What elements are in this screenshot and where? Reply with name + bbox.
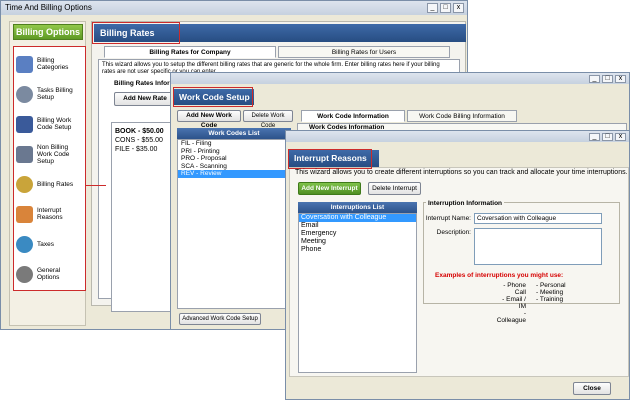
sidebar-item-billing-categories[interactable]: Billing Categories [16, 51, 84, 77]
sidebar-item-label: Interrupt Reasons [37, 207, 63, 221]
tab-work-code-information[interactable]: Work Code Information [301, 110, 405, 122]
sidebar-item-non-billing-work-code-setup[interactable]: Non Billing Work Code Setup [16, 141, 84, 167]
interruptions-list-header: Interruptions List [298, 202, 417, 213]
sidebar-item-tasks-billing-setup[interactable]: Tasks Billing Setup [16, 81, 84, 107]
highlight-box [92, 22, 180, 44]
window-controls: _ □ x [589, 75, 626, 83]
maximize-button[interactable]: □ [602, 75, 613, 83]
examples-title: Examples of interruptions you might use: [435, 272, 564, 279]
example-item: - Training [536, 296, 564, 303]
sidebar-item-label: Taxes [37, 240, 54, 248]
interruption-info-label: Interruption Information [426, 200, 505, 207]
example-item: - Phone Call [503, 282, 526, 296]
person-icon [16, 115, 33, 133]
billing-rates-group-label: Billing Rates Infor [114, 80, 170, 87]
close-button[interactable]: x [615, 133, 626, 141]
list-item[interactable]: SCA - Scanning [178, 163, 290, 171]
minimize-button[interactable]: _ [589, 75, 600, 83]
add-new-interrupt-button[interactable]: Add New Interrupt [298, 182, 361, 195]
delete-interrupt-button[interactable]: Delete Interrupt [368, 182, 421, 195]
list-item[interactable]: Email [299, 222, 416, 230]
tab-billing-rates-company[interactable]: Billing Rates for Company [104, 46, 276, 58]
billing-options-list: Billing Categories Tasks Billing Setup B… [13, 46, 86, 291]
interrupt-reasons-window: _ □ x Interrupt Reasons This wizard allo… [285, 130, 630, 400]
list-item[interactable]: Phone [299, 246, 416, 254]
billing-options-header: Billing Options [13, 24, 83, 40]
list-item[interactable]: Meeting [299, 238, 416, 246]
description-label: Description: [436, 229, 471, 236]
list-item[interactable]: FIL - Filing [178, 140, 290, 148]
gear-icon [16, 265, 33, 283]
delete-work-code-button[interactable]: Delete Work Code [243, 110, 293, 129]
list-item[interactable]: Emergency [299, 230, 416, 238]
minimize-button[interactable]: _ [589, 133, 600, 141]
interruptions-list: Coversation with Colleague Email Emergen… [298, 213, 417, 373]
example-item: - Colleague [496, 310, 526, 324]
sidebar-item-label: Billing Work Code Setup [37, 117, 72, 131]
sidebar-item-taxes[interactable]: Taxes [16, 231, 84, 257]
sidebar-item-label: Non Billing Work Code Setup [37, 143, 70, 165]
sidebar-item-billing-rates[interactable]: Billing Rates [16, 171, 84, 197]
interrupt-name-input[interactable]: Coversation with Colleague [474, 213, 602, 224]
list-item[interactable]: CONS - $55.00 [115, 136, 167, 145]
highlight-box [288, 149, 372, 169]
tab-work-code-billing-information[interactable]: Work Code Billing Information [407, 110, 517, 122]
book-icon [16, 55, 33, 73]
maximize-button[interactable]: □ [602, 133, 613, 141]
close-button[interactable]: x [453, 3, 464, 13]
window-titlebar [286, 131, 629, 142]
window-titlebar [171, 73, 629, 84]
billing-options-panel: Billing Options Billing Categories Tasks… [9, 21, 86, 326]
sidebar-item-label: Billing Rates [37, 180, 74, 188]
close-button[interactable]: x [615, 75, 626, 83]
coins-icon [16, 175, 33, 193]
sidebar-item-label: Tasks Billing Setup [37, 87, 73, 101]
highlight-box [173, 87, 253, 107]
example-item: - Email / IM [502, 296, 526, 310]
connector-line [86, 185, 106, 186]
list-item[interactable]: PRO - Proposal [178, 155, 290, 163]
interrupt-reasons-description: This wizard allows you to create differe… [295, 169, 628, 176]
tab-billing-rates-users[interactable]: Billing Rates for Users [278, 46, 450, 58]
add-new-rate-button[interactable]: Add New Rate [114, 92, 176, 106]
examples-right: - Personal - Meeting - Training [536, 282, 566, 303]
window-controls: _ □ x [427, 3, 464, 13]
person-icon [16, 145, 33, 163]
sidebar-item-label: Billing Categories [37, 57, 69, 71]
work-codes-list: FIL - Filing PRI - Printing PRO - Propos… [177, 139, 291, 309]
rates-list: BOOK - $50.00 CONS - $55.00 FILE - $35.0… [111, 122, 171, 312]
maximize-button[interactable]: □ [440, 3, 451, 13]
work-codes-list-header: Work Codes List [177, 128, 291, 139]
interrupt-name-label: Interrupt Name: [425, 215, 471, 222]
description-textarea[interactable] [474, 228, 602, 265]
advanced-work-code-setup-button[interactable]: Advanced Work Code Setup [179, 313, 261, 325]
clock-icon [16, 85, 33, 103]
hand-icon [16, 205, 33, 223]
add-new-work-code-button[interactable]: Add New Work Code [177, 110, 241, 129]
sidebar-item-billing-work-code-setup[interactable]: Billing Work Code Setup [16, 111, 84, 137]
window-title: Time And Billing Options [1, 1, 467, 15]
minimize-button[interactable]: _ [427, 3, 438, 13]
sidebar-item-general-options[interactable]: General Options [16, 261, 84, 287]
example-item: - Meeting [536, 289, 564, 296]
list-item[interactable]: BOOK - $50.00 [115, 127, 167, 136]
close-dialog-button[interactable]: Close [573, 382, 611, 395]
sidebar-item-label: General Options [37, 267, 61, 281]
window-controls: _ □ x [589, 133, 626, 141]
list-item-selected[interactable]: Coversation with Colleague [299, 214, 416, 222]
sidebar-item-interrupt-reasons[interactable]: Interrupt Reasons [16, 201, 84, 227]
example-item: - Personal [536, 282, 566, 289]
examples-left: - Phone Call - Email / IM - Colleague [494, 282, 526, 324]
list-item[interactable]: PRI - Printing [178, 148, 290, 156]
list-item[interactable]: FILE - $35.00 [115, 145, 167, 154]
list-item-selected[interactable]: REV - Review [178, 170, 290, 178]
globe-icon [16, 235, 33, 253]
